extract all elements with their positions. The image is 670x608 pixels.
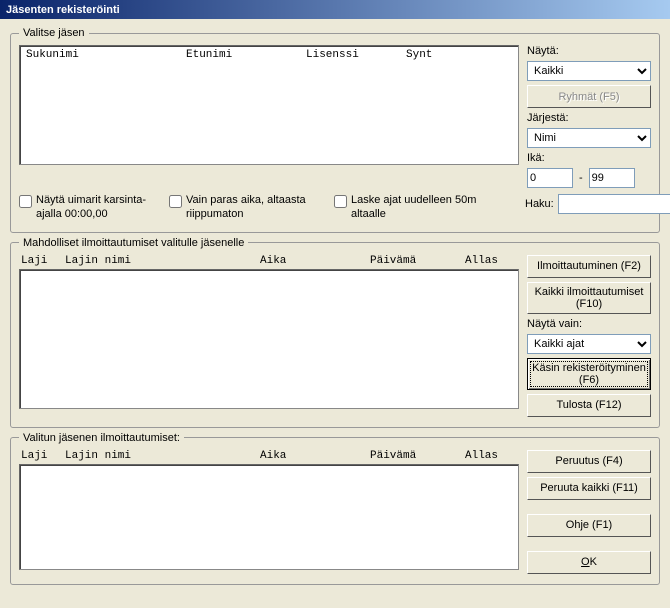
col3-aika: Aika xyxy=(260,450,370,462)
show-only-select[interactable]: Kaikki ajat xyxy=(527,334,651,354)
col2-paivama: Päivämä xyxy=(370,255,465,267)
group-possible-registrations-legend: Mahdolliset ilmoittautumiset valitulle j… xyxy=(19,237,248,249)
group-selected-registrations-legend: Valitun jäsenen ilmoittautumiset: xyxy=(19,432,184,444)
chk-recalc-50m-label: Laske ajat uudelleen 50m altaalle xyxy=(351,194,504,222)
group-possible-registrations: Mahdolliset ilmoittautumiset valitulle j… xyxy=(10,237,660,428)
selected-list-headers: Laji Lajin nimi Aika Päivämä Allas xyxy=(19,450,519,464)
age-dash: - xyxy=(579,172,583,184)
member-list[interactable]: Sukunimi Etunimi Lisenssi Synt xyxy=(19,45,519,165)
groups-button: Ryhmät (F5) xyxy=(527,85,651,108)
cancel-all-button[interactable]: Peruuta kaikki (F11) xyxy=(527,477,651,500)
group-selected-registrations: Valitun jäsenen ilmoittautumiset: Laji L… xyxy=(10,432,660,585)
selected-side-column: Peruutus (F4) Peruuta kaikki (F11) Ohje … xyxy=(527,450,651,574)
col3-laji: Laji xyxy=(21,450,65,462)
register-all-button[interactable]: Kaikki ilmoittautumiset (F10) xyxy=(527,282,651,314)
help-button[interactable]: Ohje (F1) xyxy=(527,514,651,537)
show-select[interactable]: Kaikki xyxy=(527,61,651,81)
col2-laji: Laji xyxy=(21,255,65,267)
age-label: Ikä: xyxy=(527,152,651,164)
chk-show-swimmers[interactable] xyxy=(19,195,32,208)
col2-aika: Aika xyxy=(260,255,370,267)
member-list-headers: Sukunimi Etunimi Lisenssi Synt xyxy=(20,46,518,61)
age-to-input[interactable] xyxy=(589,168,635,188)
manual-register-button[interactable]: Käsin rekisteröityminen (F6) xyxy=(527,358,651,390)
col-synt: Synt xyxy=(406,49,432,61)
window-content: Valitse jäsen Sukunimi Etunimi Lisenssi … xyxy=(0,19,670,597)
col3-paivama: Päivämä xyxy=(370,450,465,462)
col3-lajinnimi: Lajin nimi xyxy=(65,450,260,462)
chk-recalc-50m[interactable] xyxy=(334,195,347,208)
search-input[interactable] xyxy=(558,194,670,214)
possible-list[interactable] xyxy=(19,269,519,409)
print-button[interactable]: Tulosta (F12) xyxy=(527,394,651,417)
member-checks-row: Näytä uimarit karsinta-ajalla 00:00,00 V… xyxy=(19,194,651,222)
member-side-column: Näytä: Kaikki Ryhmät (F5) Järjestä: Nimi… xyxy=(527,45,651,188)
search-label: Haku: xyxy=(525,198,554,210)
show-only-label: Näytä vain: xyxy=(527,318,651,330)
col-etunimi: Etunimi xyxy=(186,49,306,61)
title-bar: Jäsenten rekisteröinti xyxy=(0,0,670,19)
window-title: Jäsenten rekisteröinti xyxy=(6,4,120,16)
chk-best-time-label: Vain paras aika, altaasta riippumaton xyxy=(186,194,324,222)
possible-side-column: Ilmoittautuminen (F2) Kaikki ilmoittautu… xyxy=(527,255,651,417)
cancel-button[interactable]: Peruutus (F4) xyxy=(527,450,651,473)
col3-allas: Allas xyxy=(465,450,498,462)
register-button[interactable]: Ilmoittautuminen (F2) xyxy=(527,255,651,278)
chk-best-time[interactable] xyxy=(169,195,182,208)
ok-button[interactable]: OK xyxy=(527,551,651,574)
chk-show-swimmers-label: Näytä uimarit karsinta-ajalla 00:00,00 xyxy=(36,194,159,222)
sort-label: Järjestä: xyxy=(527,112,651,124)
possible-list-headers: Laji Lajin nimi Aika Päivämä Allas xyxy=(19,255,519,269)
group-select-member-legend: Valitse jäsen xyxy=(19,27,89,39)
age-from-input[interactable] xyxy=(527,168,573,188)
col2-allas: Allas xyxy=(465,255,498,267)
sort-select[interactable]: Nimi xyxy=(527,128,651,148)
group-select-member: Valitse jäsen Sukunimi Etunimi Lisenssi … xyxy=(10,27,660,233)
col-lisenssi: Lisenssi xyxy=(306,49,406,61)
col-sukunimi: Sukunimi xyxy=(26,49,186,61)
show-label: Näytä: xyxy=(527,45,651,57)
selected-list[interactable] xyxy=(19,464,519,570)
col2-lajinnimi: Lajin nimi xyxy=(65,255,260,267)
